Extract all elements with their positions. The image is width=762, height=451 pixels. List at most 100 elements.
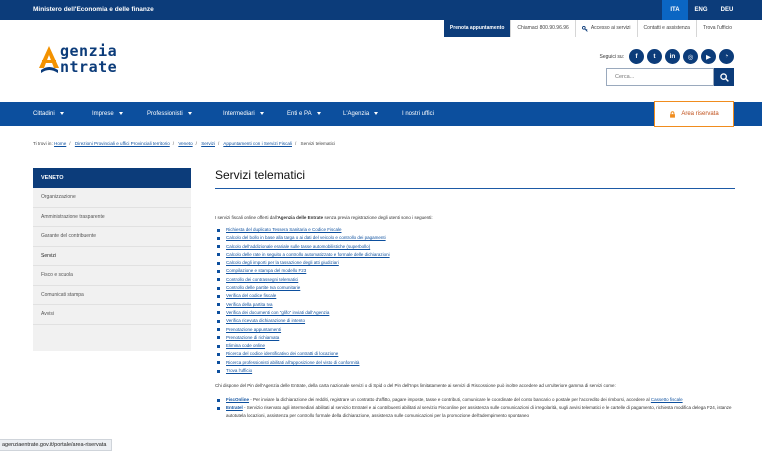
breadcrumb-separator: / <box>172 141 175 146</box>
service-link[interactable]: Richiesta del duplicato Tessera Sanitari… <box>226 227 341 232</box>
rss-icon[interactable]: ◔ <box>719 49 734 64</box>
breadcrumb-separator: / <box>69 141 71 146</box>
sidebar-heading[interactable]: VENETO <box>33 168 191 188</box>
nav-professionisti[interactable]: Professionisti <box>147 102 192 126</box>
service-link[interactable]: Verifica del codice fiscale <box>226 293 276 298</box>
service-link[interactable]: Calcolo del bollo in base alla targa o a… <box>226 235 386 240</box>
caret-down-icon <box>118 111 123 115</box>
service-link[interactable]: Elimina code online <box>226 343 265 348</box>
lock-icon <box>670 110 676 118</box>
status-url-tooltip: agenziaentrate.gov.it/portale/area-riser… <box>0 439 113 451</box>
social-links: Seguici su: f t in ◎ ▶ ◔ <box>600 49 734 64</box>
intro-after: senza previa registrazione degli utenti … <box>323 215 433 220</box>
list-item: Controllo dei contrassegni telematici <box>215 276 735 284</box>
find-office-link[interactable]: Trova l'ufficio <box>695 20 738 37</box>
nav-label: Imprese <box>92 111 114 117</box>
contacts-link[interactable]: Contatti e assistenza <box>636 20 696 37</box>
list-item: Richiesta del duplicato Tessera Sanitari… <box>215 226 735 234</box>
breadcrumb-servizi[interactable]: Servizi <box>201 141 215 146</box>
reserved-area-button[interactable]: Area riservata <box>654 101 734 127</box>
sidebar-item-organizzazione[interactable]: Organizzazione <box>33 188 191 208</box>
nav-nostri-uffici[interactable]: I nostri uffici <box>402 102 434 126</box>
nav-label: Enti e PA <box>287 111 312 117</box>
instagram-icon[interactable]: ◎ <box>683 49 698 64</box>
breadcrumb-appuntamenti[interactable]: Appuntamenti con i Servizi Fiscali <box>223 141 292 146</box>
list-item: Verifica della partita Iva <box>215 301 735 309</box>
service-link[interactable]: Ricerca del codice identificativo dei co… <box>226 351 338 356</box>
cassetto-fiscale-link[interactable]: Cassetto fiscale <box>651 397 683 402</box>
service-link[interactable]: Controllo delle partite Iva comunitarie <box>226 285 300 290</box>
site-header: Prenota appuntamento Chiamaci 800.90.96.… <box>0 20 762 102</box>
page-title: Servizi telematici <box>215 168 735 189</box>
breadcrumb-current: Servizi telematici <box>300 141 336 146</box>
services-list: Richiesta del duplicato Tessera Sanitari… <box>215 226 735 375</box>
list-item: Verifica ricevuta dichiarazione di inten… <box>215 317 735 325</box>
youtube-icon[interactable]: ▶ <box>701 49 716 64</box>
service-link[interactable]: Calcolo degli importi per la tassazione … <box>226 260 339 265</box>
sidebar-item-avvisi[interactable]: Avvisi <box>33 305 191 325</box>
intro-before: I servizi fiscali online offerti dall' <box>215 215 278 220</box>
sidebar: VENETO Organizzazione Amministrazione tr… <box>33 168 191 351</box>
nav-label: L'Agenzia <box>343 111 370 117</box>
key-icon <box>581 25 588 32</box>
social-label: Seguici su: <box>599 53 624 60</box>
agenzia-entrate-logo[interactable]: genzia ntrate <box>38 42 158 78</box>
service-link[interactable]: Verifica della partita Iva <box>226 302 273 307</box>
nav-agenzia[interactable]: L'Agenzia <box>343 102 379 126</box>
linkedin-icon[interactable]: in <box>665 49 680 64</box>
nav-label: Cittadini <box>33 111 55 117</box>
caret-down-icon <box>259 111 264 115</box>
sidebar-item-servizi[interactable]: Servizi <box>33 247 191 266</box>
service-link[interactable]: Trova l'ufficio <box>226 368 252 373</box>
intro-bold: Agenzia delle Entrate <box>277 215 324 220</box>
service-link[interactable]: Calcolo dell'addizionale erariale sulle … <box>226 244 370 249</box>
caret-down-icon <box>187 111 192 115</box>
service-link[interactable]: Verifica dei documenti con "glifo" invia… <box>226 310 329 315</box>
service-link[interactable]: Ricerca professionisti abilitati all'app… <box>226 360 359 365</box>
nav-cittadini[interactable]: Cittadini <box>33 102 64 126</box>
nav-intermediari[interactable]: Intermediari <box>223 102 264 126</box>
breadcrumb: Ti trovi in: Home / Direzioni Provinciali… <box>33 141 335 146</box>
phone-link[interactable]: Chiamaci 800.90.96.96 <box>510 20 574 37</box>
phone-label: Chiamaci 800.90.96.96 <box>517 25 569 31</box>
ministry-link[interactable]: Ministero dell'Economia e delle finanze <box>33 6 154 13</box>
services-access-link[interactable]: Accesso ai servizi <box>574 20 637 37</box>
list-item: Entratel - Servizio riservato agli inter… <box>215 404 735 420</box>
ministry-topbar: Ministero dell'Economia e delle finanze … <box>0 0 762 20</box>
intro-text: I servizi fiscali online offerti dall'Ag… <box>215 215 735 220</box>
sidebar-item-garante[interactable]: Garante del contribuente <box>33 227 191 247</box>
lang-ita[interactable]: ITA <box>662 0 688 20</box>
lang-eng[interactable]: ENG <box>688 0 714 20</box>
list-item: Trova l'ufficio <box>215 367 735 375</box>
book-appointment-button[interactable]: Prenota appuntamento <box>443 20 511 37</box>
breadcrumb-separator: / <box>217 141 220 146</box>
sidebar-item-fisco-scuola[interactable]: Fisco e scuola <box>33 266 191 286</box>
search-input[interactable] <box>606 68 714 86</box>
nav-imprese[interactable]: Imprese <box>92 102 123 126</box>
service-link[interactable]: Prenotazione appuntamenti <box>226 327 281 332</box>
fisconline-link[interactable]: FiscOnline <box>226 397 249 402</box>
list-item: Calcolo dell'addizionale erariale sulle … <box>215 243 735 251</box>
sidebar-item-amministrazione[interactable]: Amministrazione trasparente <box>33 208 191 227</box>
nav-label: I nostri uffici <box>402 111 434 117</box>
nav-label: Intermediari <box>223 111 255 117</box>
entratel-link[interactable]: Entratel <box>226 405 243 410</box>
reserved-area-label: Area riservata <box>681 111 719 117</box>
caret-down-icon <box>374 111 379 115</box>
service-link[interactable]: Controllo dei contrassegni telematici <box>226 277 298 282</box>
service-link[interactable]: Compilazione e stampa del modello F23 <box>226 268 306 273</box>
service-link[interactable]: Verifica ricevuta dichiarazione di inten… <box>226 318 305 323</box>
twitter-icon[interactable]: t <box>647 49 662 64</box>
breadcrumb-veneto[interactable]: Veneto <box>178 141 192 146</box>
list-item: Prenotazione di richiamata <box>215 334 735 342</box>
search-button[interactable] <box>714 68 734 86</box>
lang-deu[interactable]: DEU <box>714 0 740 20</box>
service-link[interactable]: Calcolo delle rate in seguito a controll… <box>226 252 390 257</box>
search-icon <box>719 72 729 82</box>
service-link[interactable]: Prenotazione di richiamata <box>226 335 279 340</box>
facebook-icon[interactable]: f <box>629 49 644 64</box>
sidebar-item-comunicati[interactable]: Comunicati stampa <box>33 286 191 305</box>
breadcrumb-direzioni[interactable]: Direzioni Provinciali e uffici Provincia… <box>75 141 170 146</box>
breadcrumb-home[interactable]: Home <box>54 141 66 146</box>
nav-enti-pa[interactable]: Enti e PA <box>287 102 321 126</box>
